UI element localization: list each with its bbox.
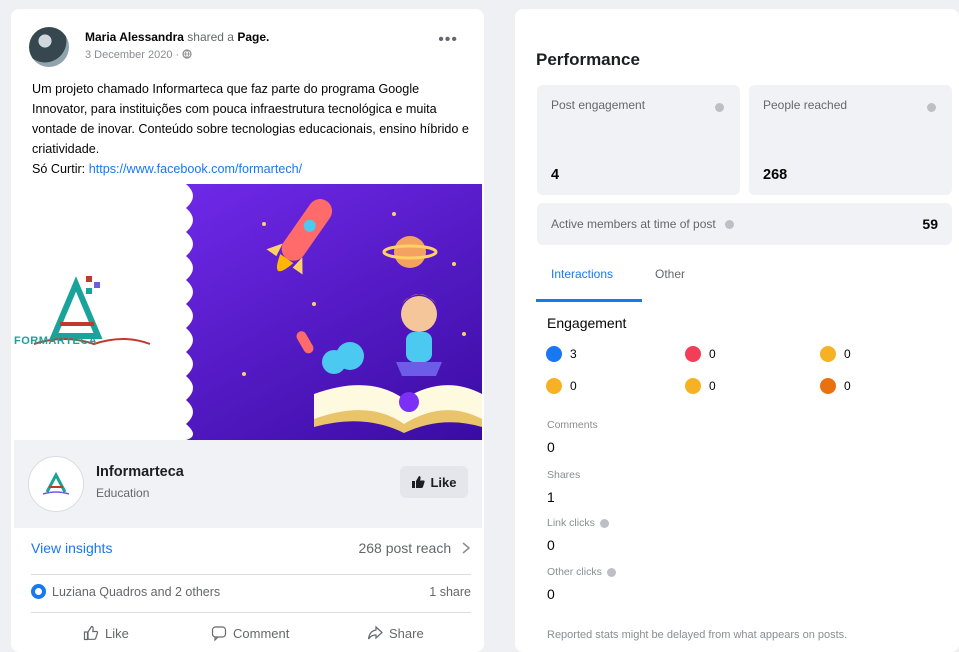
stats-footnote: Reported stats might be delayed from wha… xyxy=(547,629,848,641)
shared-text: shared a xyxy=(187,30,234,44)
post-reach[interactable]: 268 post reach xyxy=(358,540,471,556)
love-reaction-icon xyxy=(685,346,701,362)
tab-interactions[interactable]: Interactions xyxy=(551,267,613,281)
link-clicks-value: 0 xyxy=(547,537,555,553)
chevron-right-icon xyxy=(462,542,471,554)
like-reaction-icon xyxy=(546,346,562,362)
info-icon[interactable] xyxy=(606,567,616,577)
page-like-label: Like xyxy=(430,474,457,490)
people-reached-label: People reached xyxy=(763,98,848,112)
page-like-button[interactable]: Like xyxy=(400,466,468,498)
comments-label: Comments xyxy=(547,419,598,431)
comments-value: 0 xyxy=(547,439,555,455)
info-icon[interactable] xyxy=(715,103,724,112)
reaction-like: 3 xyxy=(546,346,577,362)
active-members-box: Active members at time of post 59 xyxy=(537,203,952,245)
image-logo-text: FORMARTECA xyxy=(14,335,98,347)
like-button[interactable]: Like xyxy=(83,625,129,641)
sad-reaction-icon xyxy=(685,378,701,394)
author-avatar[interactable] xyxy=(29,27,69,67)
reaction-summary[interactable]: Luziana Quadros and 2 others 1 share xyxy=(31,583,471,603)
page-category: Education xyxy=(96,486,150,500)
active-members-label: Active members at time of post xyxy=(551,217,735,231)
reaction-angry: 0 xyxy=(820,378,851,394)
reaction-wow: 0 xyxy=(546,378,577,394)
angry-reaction-icon xyxy=(820,378,836,394)
info-icon[interactable] xyxy=(599,518,609,528)
post-image[interactable]: FORMARTECA xyxy=(14,184,482,440)
divider xyxy=(31,574,471,575)
shares-label: Shares xyxy=(547,469,581,481)
post-engagement-value: 4 xyxy=(551,167,560,183)
thumbs-up-icon xyxy=(412,476,426,488)
engagement-title: Engagement xyxy=(547,315,627,331)
divider xyxy=(31,612,471,613)
shares-value: 1 xyxy=(547,489,555,505)
author-name[interactable]: Maria Alessandra xyxy=(85,30,184,44)
people-reached-value: 268 xyxy=(763,167,788,183)
info-icon[interactable] xyxy=(725,220,735,229)
performance-tabs: Interactions Other xyxy=(536,267,956,303)
thumbs-up-icon xyxy=(83,625,99,641)
view-insights-link[interactable]: View insights xyxy=(31,540,112,556)
post-body-text: Um projeto chamado Informarteca que faz … xyxy=(32,82,469,156)
post-link[interactable]: https://www.facebook.com/formartech/ xyxy=(89,162,302,176)
other-clicks-label: Other clicks xyxy=(547,566,616,578)
globe-icon xyxy=(182,49,192,59)
shared-page-preview[interactable]: Informarteca Education Like xyxy=(14,440,482,528)
other-clicks-value: 0 xyxy=(547,586,555,602)
info-icon[interactable] xyxy=(927,103,936,112)
post-engagement-box: Post engagement 4 xyxy=(537,85,740,195)
post-card: Maria Alessandra shared a Page. 3 Decemb… xyxy=(11,9,484,652)
haha-reaction-icon xyxy=(820,346,836,362)
performance-title: Performance xyxy=(536,50,640,69)
like-reaction-icon xyxy=(31,584,46,599)
people-reached-box: People reached 268 xyxy=(749,85,952,195)
share-icon xyxy=(367,625,383,640)
reactors-text[interactable]: Luziana Quadros and 2 others xyxy=(52,585,220,599)
tab-other[interactable]: Other xyxy=(655,267,685,281)
shared-target[interactable]: Page. xyxy=(237,30,269,44)
insights-row: View insights 268 post reach xyxy=(31,540,471,564)
share-button[interactable]: Share xyxy=(367,625,424,641)
shares-count[interactable]: 1 share xyxy=(429,585,471,599)
more-options-button[interactable]: ••• xyxy=(438,31,458,49)
author-line: Maria Alessandra shared a Page. xyxy=(85,30,269,44)
post-actions: Like Comment Share xyxy=(31,621,471,649)
post-illustration xyxy=(14,184,482,440)
active-members-value: 59 xyxy=(922,216,938,232)
wow-reaction-icon xyxy=(546,378,562,394)
post-engagement-label: Post engagement xyxy=(551,98,646,112)
post-link-prefix: Só Curtir: xyxy=(32,162,89,176)
comment-button[interactable]: Comment xyxy=(211,625,289,641)
post-body: Um projeto chamado Informarteca que faz … xyxy=(32,79,472,179)
link-clicks-label: Link clicks xyxy=(547,517,609,529)
reaction-haha: 0 xyxy=(820,346,851,362)
page-name[interactable]: Informarteca xyxy=(96,464,184,480)
reaction-sad: 0 xyxy=(685,378,716,394)
post-date[interactable]: 3 December 2020 · xyxy=(85,49,192,61)
performance-panel: Performance Post engagement 4 People rea… xyxy=(515,9,959,652)
page-logo[interactable] xyxy=(28,456,84,512)
post-header: Maria Alessandra shared a Page. 3 Decemb… xyxy=(25,25,470,69)
active-tab-indicator xyxy=(536,299,642,302)
informarteca-logo-icon xyxy=(42,472,70,495)
reaction-love: 0 xyxy=(685,346,716,362)
comment-icon xyxy=(211,626,227,641)
